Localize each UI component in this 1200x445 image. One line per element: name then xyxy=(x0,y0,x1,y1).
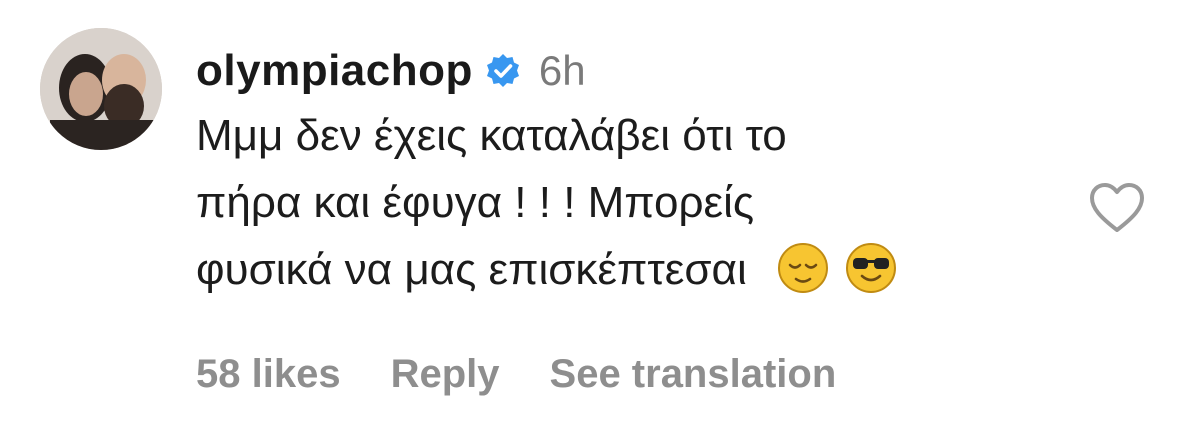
comment-text: φυσικά να μας επισκέπτεσαι xyxy=(196,245,747,294)
comment-item: olympiachop 6h Μμμ δεν έχεις καταλάβει ό… xyxy=(0,0,1200,445)
sunglasses-face-emoji-icon xyxy=(845,242,897,294)
comment-text-line-with-emojis: φυσικά να μας επισκέπτεσαι xyxy=(196,236,1056,303)
comment-header: olympiachop 6h xyxy=(196,40,1056,102)
username-link[interactable]: olympiachop xyxy=(196,46,473,96)
relieved-face-emoji-icon xyxy=(777,242,829,294)
avatar-photo xyxy=(40,28,162,150)
see-translation-link[interactable]: See translation xyxy=(550,352,837,397)
comment-text-line: Μμμ δεν έχεις καταλάβει ότι το xyxy=(196,111,787,160)
verified-badge-icon xyxy=(485,53,521,89)
likes-count-link[interactable]: 58 likes xyxy=(196,352,341,397)
comment-text-line: πήρα και έφυγα ! ! ! Μπορείς xyxy=(196,178,755,227)
comment-body: olympiachop 6h Μμμ δεν έχεις καταλάβει ό… xyxy=(196,40,1056,303)
comment-actions: 58 likes Reply See translation xyxy=(196,352,886,397)
reply-button[interactable]: Reply xyxy=(391,352,500,397)
avatar[interactable] xyxy=(40,28,162,150)
heart-outline-icon[interactable] xyxy=(1088,182,1146,234)
comment-timestamp[interactable]: 6h xyxy=(539,47,586,95)
